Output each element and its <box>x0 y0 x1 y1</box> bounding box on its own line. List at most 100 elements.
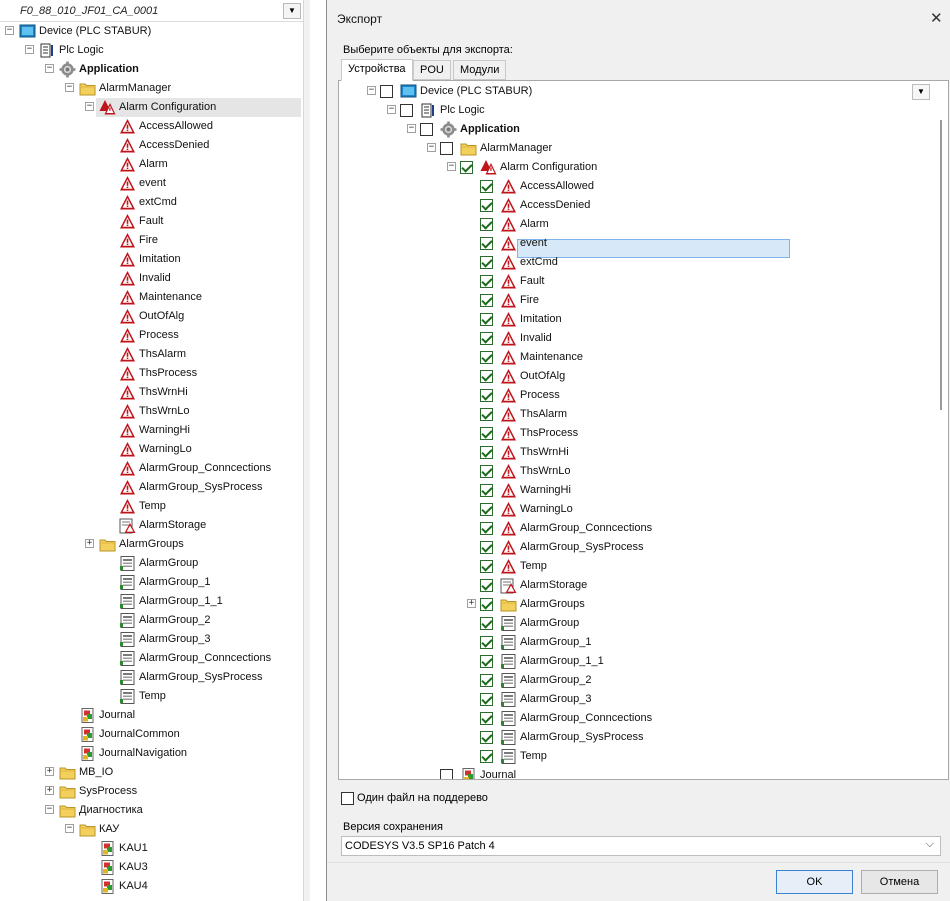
tab-modules[interactable]: Модули <box>453 60 507 80</box>
tree-node[interactable]: JournalNavigation <box>0 744 300 763</box>
export-checkbox[interactable] <box>460 161 473 174</box>
tree-node[interactable]: ThsAlarm <box>0 345 300 364</box>
export-tree-node[interactable]: AccessAllowed <box>339 177 929 196</box>
export-tree-node[interactable]: Process <box>339 386 929 405</box>
export-checkbox[interactable] <box>480 408 493 421</box>
export-tree-node[interactable]: AlarmGroup_1_1 <box>339 652 929 671</box>
export-tree-node[interactable]: − Alarm Configuration <box>339 158 929 177</box>
expand-icon[interactable]: + <box>45 767 54 776</box>
export-tree-node[interactable]: ThsWrnLo <box>339 462 929 481</box>
close-icon[interactable]: ✕ <box>930 9 943 27</box>
export-tree-node[interactable]: AlarmGroup <box>339 614 929 633</box>
tree-node[interactable]: − Plc Logic <box>0 41 300 60</box>
single-file-checkbox[interactable] <box>341 792 354 805</box>
export-checkbox[interactable] <box>480 750 493 763</box>
export-tree-node[interactable]: Invalid <box>339 329 929 348</box>
tree-node[interactable]: + MB_IO <box>0 763 300 782</box>
collapse-icon[interactable]: − <box>65 83 74 92</box>
tree-node[interactable]: Process <box>0 326 300 345</box>
export-checkbox[interactable] <box>480 370 493 383</box>
tree-node[interactable]: AlarmGroup_2 <box>0 611 300 630</box>
export-checkbox[interactable] <box>480 256 493 269</box>
export-tree-node[interactable]: WarningLo <box>339 500 929 519</box>
collapse-icon[interactable]: − <box>447 162 456 171</box>
export-tree-node[interactable]: AlarmGroup_3 <box>339 690 929 709</box>
export-tree-node[interactable]: event <box>339 234 929 253</box>
export-checkbox[interactable] <box>480 294 493 307</box>
collapse-icon[interactable]: − <box>85 102 94 111</box>
export-tree-node[interactable]: Journal <box>339 766 929 779</box>
export-tree-node[interactable]: Imitation <box>339 310 929 329</box>
export-tree-node[interactable]: AlarmGroup_Conncections <box>339 519 929 538</box>
collapse-icon[interactable]: − <box>407 124 416 133</box>
tree-node[interactable]: AlarmGroup_SysProcess <box>0 668 300 687</box>
export-checkbox[interactable] <box>480 237 493 250</box>
tree-node[interactable]: + SysProcess <box>0 782 300 801</box>
export-checkbox[interactable] <box>480 598 493 611</box>
ok-button[interactable]: OK <box>776 870 853 894</box>
export-checkbox[interactable] <box>480 313 493 326</box>
tree-node[interactable]: KAU4 <box>0 877 300 896</box>
tree-dropdown-button[interactable]: ▼ <box>912 84 930 100</box>
tree-node[interactable]: ThsProcess <box>0 364 300 383</box>
tree-node[interactable]: + AlarmGroups <box>0 535 300 554</box>
tree-node[interactable]: WarningLo <box>0 440 300 459</box>
cancel-button[interactable]: Отмена <box>861 870 938 894</box>
export-checkbox[interactable] <box>480 503 493 516</box>
tree-node[interactable]: Temp <box>0 687 300 706</box>
collapse-icon[interactable]: − <box>427 143 436 152</box>
export-checkbox[interactable] <box>480 712 493 725</box>
tree-node[interactable]: KAU1 <box>0 839 300 858</box>
tree-node[interactable]: − AlarmManager <box>0 79 300 98</box>
tree-node[interactable]: extCmd <box>0 193 300 212</box>
tree-node[interactable]: − Device (PLC STABUR) <box>0 22 300 41</box>
tree-node[interactable]: AlarmGroup_SysProcess <box>0 478 300 497</box>
export-checkbox[interactable] <box>480 579 493 592</box>
export-checkbox[interactable] <box>480 617 493 630</box>
export-checkbox[interactable] <box>440 142 453 155</box>
tree-node[interactable]: Alarm <box>0 155 300 174</box>
tree-node[interactable]: Journal <box>0 706 300 725</box>
export-tree-node[interactable]: Temp <box>339 747 929 766</box>
tab-devices[interactable]: Устройства <box>341 59 413 81</box>
project-name[interactable]: F0_88_010_JF01_CA_0001 <box>20 5 158 17</box>
tree-node[interactable]: AccessAllowed <box>0 117 300 136</box>
export-tree-node[interactable]: ThsWrnHi <box>339 443 929 462</box>
tree-node[interactable]: AlarmGroup_3 <box>0 630 300 649</box>
export-checkbox[interactable] <box>480 693 493 706</box>
tree-node[interactable]: OutOfAlg <box>0 307 300 326</box>
export-tree-node[interactable]: AlarmGroup_SysProcess <box>339 728 929 747</box>
export-tree-node[interactable]: AlarmStorage <box>339 576 929 595</box>
export-checkbox[interactable] <box>480 731 493 744</box>
tree-node[interactable]: Temp <box>0 497 300 516</box>
export-tree-node[interactable]: extCmd <box>339 253 929 272</box>
expand-icon[interactable]: + <box>467 599 476 608</box>
export-checkbox[interactable] <box>480 655 493 668</box>
export-tree-node[interactable]: − Plc Logic <box>339 101 929 120</box>
tree-node[interactable]: AlarmGroup_Conncections <box>0 649 300 668</box>
tree-node[interactable]: AlarmGroup <box>0 554 300 573</box>
collapse-icon[interactable]: − <box>387 105 396 114</box>
export-tree-node[interactable]: Maintenance <box>339 348 929 367</box>
tree-node[interactable]: Maintenance <box>0 288 300 307</box>
tree-node[interactable]: − Диагностика <box>0 801 300 820</box>
export-checkbox[interactable] <box>480 332 493 345</box>
project-dropdown-button[interactable]: ▼ <box>283 3 301 19</box>
export-checkbox[interactable] <box>480 218 493 231</box>
tree-node[interactable]: AlarmGroup_1 <box>0 573 300 592</box>
collapse-icon[interactable]: − <box>45 805 54 814</box>
export-checkbox[interactable] <box>480 484 493 497</box>
tree-node[interactable]: KAU3 <box>0 858 300 877</box>
export-checkbox[interactable] <box>480 636 493 649</box>
tab-pou[interactable]: POU <box>413 60 451 80</box>
export-checkbox[interactable] <box>480 275 493 288</box>
tree-node[interactable]: ThsWrnHi <box>0 383 300 402</box>
tree-scrollbar[interactable] <box>303 0 310 901</box>
export-checkbox[interactable] <box>420 123 433 136</box>
tree-node[interactable]: − КАУ <box>0 820 300 839</box>
export-tree-node[interactable]: ThsProcess <box>339 424 929 443</box>
export-tree-node[interactable]: Fire <box>339 291 929 310</box>
export-tree-node[interactable]: + AlarmGroups <box>339 595 929 614</box>
collapse-icon[interactable]: − <box>65 824 74 833</box>
export-tree-node[interactable]: Temp <box>339 557 929 576</box>
